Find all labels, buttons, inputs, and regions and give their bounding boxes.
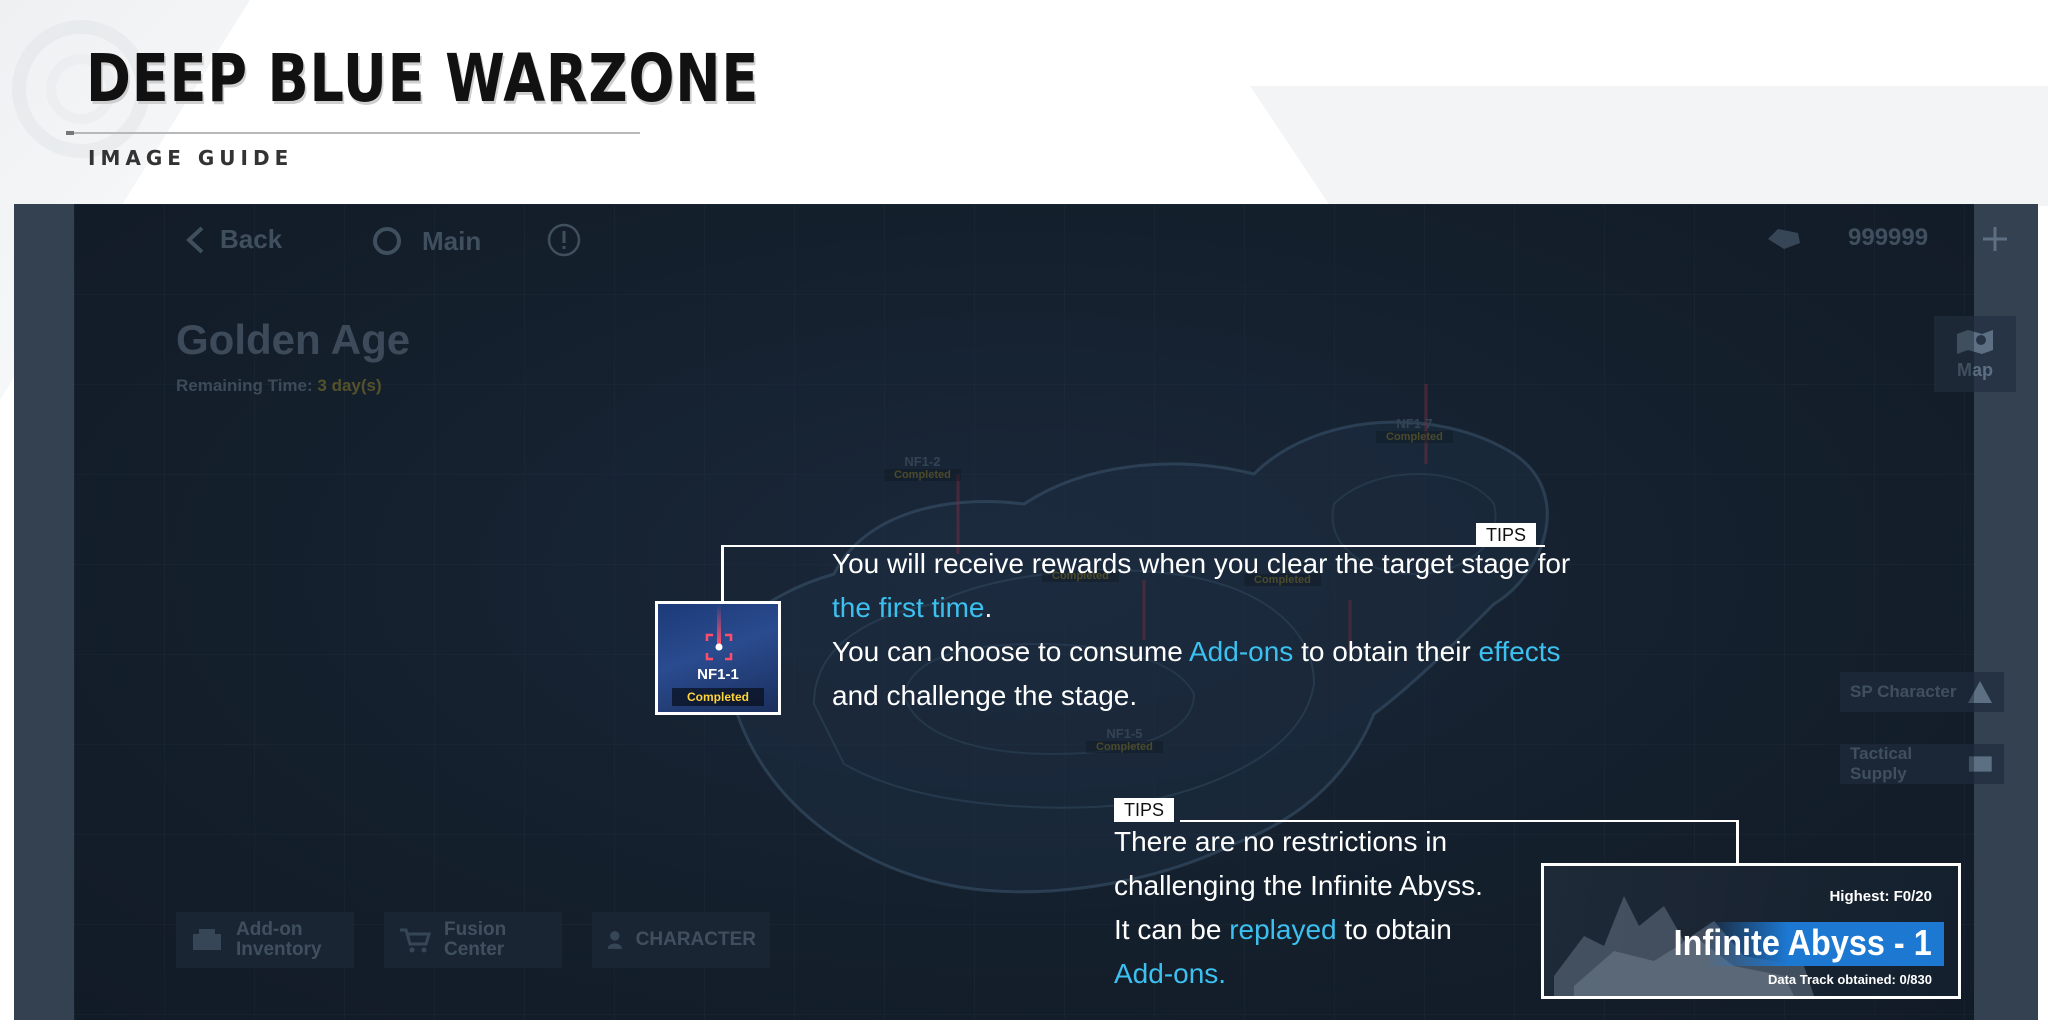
abyss-data-track: Data Track obtained: 0/830 bbox=[1767, 972, 1932, 987]
header-background-band bbox=[1250, 86, 2048, 206]
tips-tag: TIPS bbox=[1114, 798, 1175, 822]
abyss-title: Infinite Abyss - 1 bbox=[1673, 922, 1932, 963]
add-currency-icon[interactable] bbox=[1980, 224, 2010, 254]
stage-card-nf1-1[interactable]: NF1-1 Completed bbox=[655, 601, 781, 715]
title-divider bbox=[66, 131, 640, 135]
tip2-leader-vertical bbox=[1736, 820, 1739, 864]
abyss-highest: Highest: F0/20 bbox=[1829, 888, 1932, 905]
stage-card-name: NF1-1 bbox=[697, 666, 739, 683]
page-subtitle: IMAGE GUIDE bbox=[88, 146, 294, 170]
page-title: DEEP BLUE WARZONE bbox=[86, 40, 760, 117]
tip2-text: There are no restrictions in challenging… bbox=[1114, 826, 1483, 989]
target-reticle-icon bbox=[705, 633, 733, 661]
tip1-text: You will receive rewards when you clear … bbox=[832, 548, 1571, 711]
tip1-leader-vertical bbox=[721, 545, 724, 601]
stage-card-status: Completed bbox=[672, 688, 764, 706]
infinite-abyss-card[interactable]: Highest: F0/20 Infinite Abyss - 1 Data T… bbox=[1541, 863, 1961, 999]
